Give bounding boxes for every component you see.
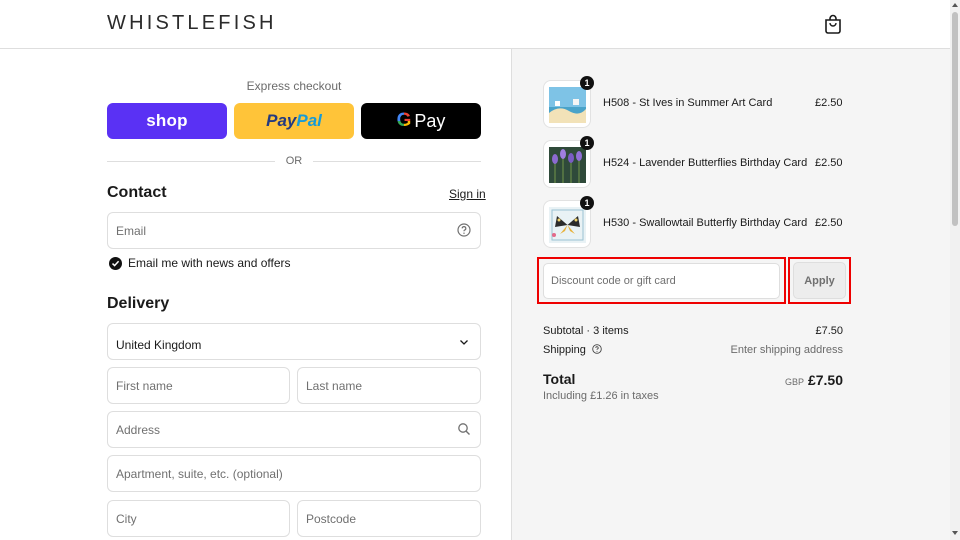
- apply-highlight: Apply: [788, 257, 851, 304]
- checkout-form-panel: Express checkout shop Pay Pal G Pay OR Co…: [0, 49, 511, 540]
- search-icon: [458, 423, 470, 435]
- newsletter-label: Email me with news and offers: [128, 256, 291, 270]
- postcode-field[interactable]: Postcode: [297, 500, 481, 537]
- newsletter-checkbox[interactable]: [109, 256, 122, 270]
- google-pay-button[interactable]: G Pay: [361, 103, 481, 139]
- st-ives-card-image: [549, 87, 586, 123]
- email-field[interactable]: Email: [107, 212, 481, 249]
- apartment-field[interactable]: Apartment, suite, etc. (optional): [107, 455, 481, 492]
- newsletter-option[interactable]: Email me with news and offers: [109, 256, 291, 270]
- city-placeholder: City: [116, 511, 137, 526]
- chevron-down-icon: [460, 340, 468, 345]
- paypal-button[interactable]: Pay Pal: [234, 103, 354, 139]
- express-checkout-label: Express checkout: [246, 79, 342, 93]
- item-price: £2.50: [815, 157, 843, 169]
- address-field[interactable]: Address: [107, 411, 481, 448]
- discount-highlight: Discount code or gift card: [537, 257, 786, 304]
- quantity-badge: 1: [580, 136, 594, 150]
- country-value: United Kingdom: [116, 337, 202, 352]
- email-placeholder: Email: [116, 223, 147, 238]
- item-name: H508 - St Ives in Summer Art Card: [603, 97, 773, 109]
- item-price: £2.50: [815, 97, 843, 109]
- swallowtail-card-image: [549, 207, 586, 243]
- quantity-badge: 1: [580, 196, 594, 210]
- shipping-row: Shipping Enter shipping address: [543, 344, 843, 356]
- country-select[interactable]: United Kingdom: [107, 323, 481, 360]
- cart-item: 1 H524 - Lavender Butterflies Birthday C…: [543, 136, 843, 188]
- shipping-label: Shipping: [543, 344, 586, 356]
- shipping-value: Enter shipping address: [730, 344, 843, 356]
- order-summary-panel: 1 H508 - St Ives in Summer Art Card £2.5…: [511, 49, 950, 540]
- checkmark-icon: [111, 260, 120, 267]
- subtotal-value: £7.50: [815, 325, 843, 337]
- item-name: H530 - Swallowtail Butterfly Birthday Ca…: [603, 217, 808, 229]
- help-circle-icon[interactable]: [592, 344, 602, 354]
- delivery-heading: Delivery: [107, 295, 170, 312]
- currency-code: GBP: [784, 377, 804, 387]
- cart-item: 1 H508 - St Ives in Summer Art Card £2.5…: [543, 76, 843, 128]
- quantity-badge: 1: [580, 76, 594, 90]
- scrollbar-thumb[interactable]: [952, 12, 958, 226]
- help-circle-icon[interactable]: [457, 223, 471, 237]
- divider-line-right: [313, 161, 481, 162]
- discount-placeholder: Discount code or gift card: [551, 275, 676, 287]
- first-name-field[interactable]: First name: [107, 367, 290, 404]
- store-logo[interactable]: WHISTLEFISH: [107, 12, 277, 35]
- paypal-label-pal: Pal: [296, 111, 322, 130]
- sign-in-link[interactable]: Sign in: [449, 187, 486, 201]
- last-name-field[interactable]: Last name: [297, 367, 481, 404]
- google-g-icon: G: [396, 110, 412, 131]
- shopping-bag-icon[interactable]: [824, 14, 842, 34]
- discount-code-input[interactable]: Discount code or gift card: [543, 263, 780, 299]
- tax-note: Including £1.26 in taxes: [543, 390, 659, 402]
- apartment-placeholder: Apartment, suite, etc. (optional): [116, 466, 283, 481]
- contact-heading: Contact: [107, 184, 167, 201]
- total-label: Total: [543, 371, 576, 387]
- google-pay-label: Pay: [414, 110, 446, 131]
- first-name-placeholder: First name: [116, 378, 173, 393]
- total-row: Total GBP £7.50: [543, 371, 843, 391]
- scroll-up-arrow-icon[interactable]: [952, 3, 958, 7]
- item-price: £2.50: [815, 217, 843, 229]
- site-header: WHISTLEFISH: [0, 0, 950, 49]
- cart-item: 1 H530 - Swallowtail Butterfly Birthday …: [543, 196, 843, 248]
- shop-pay-button[interactable]: shop: [107, 103, 227, 139]
- lavender-card-image: [549, 147, 586, 183]
- scroll-down-arrow-icon[interactable]: [952, 531, 958, 535]
- or-divider: OR: [107, 153, 481, 169]
- last-name-placeholder: Last name: [306, 378, 363, 393]
- postcode-placeholder: Postcode: [306, 511, 357, 526]
- paypal-label-pay: Pay: [266, 111, 297, 130]
- subtotal-label: Subtotal · 3 items: [543, 325, 629, 337]
- city-field[interactable]: City: [107, 500, 290, 537]
- shop-pay-label: shop: [146, 111, 188, 130]
- page-scrollbar[interactable]: [950, 0, 960, 540]
- total-value: £7.50: [807, 372, 843, 388]
- address-placeholder: Address: [116, 422, 161, 437]
- subtotal-row: Subtotal · 3 items £7.50: [543, 325, 843, 337]
- apply-discount-button[interactable]: Apply: [793, 262, 846, 299]
- item-name: H524 - Lavender Butterflies Birthday Car…: [603, 157, 808, 169]
